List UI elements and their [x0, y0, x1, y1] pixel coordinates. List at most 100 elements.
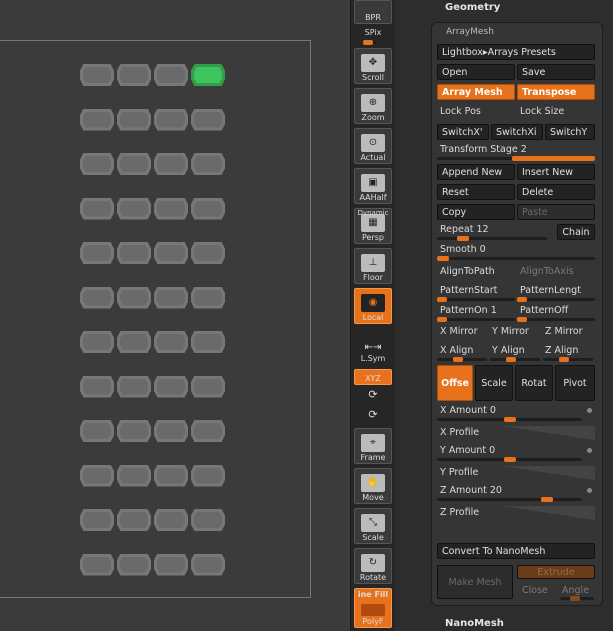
y-align-slider[interactable] [490, 357, 540, 362]
pattern-length-slider[interactable] [517, 297, 595, 302]
y-amount-slider[interactable] [437, 457, 582, 462]
mesh-segment[interactable] [154, 375, 188, 398]
mesh-row[interactable] [80, 331, 225, 355]
local-button[interactable]: ◉ Local [354, 288, 392, 324]
transform-stage-knob[interactable] [512, 156, 595, 161]
close-toggle[interactable]: Close [522, 585, 548, 596]
open-button[interactable]: Open [437, 64, 515, 80]
xyz-button[interactable]: XYZ [354, 369, 392, 385]
mesh-segment[interactable] [191, 331, 225, 353]
mesh-segment[interactable] [80, 108, 114, 131]
scroll-button[interactable]: ✥ Scroll [354, 48, 392, 84]
z-align-slider[interactable] [543, 357, 593, 362]
mesh-segment[interactable] [117, 108, 151, 131]
lock-pos-toggle[interactable]: Lock Pos [440, 106, 481, 117]
rotate-tab[interactable]: Rotat [515, 365, 553, 401]
lsym-button[interactable]: ⇤⇥ L.Sym [354, 336, 392, 364]
mesh-segment[interactable] [191, 64, 225, 86]
mesh-segment[interactable] [117, 464, 151, 487]
array-mesh-button[interactable]: Array Mesh [437, 84, 515, 100]
scale-button[interactable]: ⤡ Scale [354, 508, 392, 544]
pattern-start-slider[interactable] [437, 297, 515, 302]
insert-new-button[interactable]: Insert New [517, 164, 595, 180]
x-amount-slider[interactable] [437, 417, 582, 422]
chain-button[interactable]: Chain [557, 224, 595, 240]
floor-button[interactable]: ⊥ Floor [354, 248, 392, 284]
mesh-segment[interactable] [191, 553, 225, 576]
mesh-segment[interactable] [80, 153, 114, 175]
scale-tab[interactable]: Scale [475, 365, 513, 401]
transform-stage-slider[interactable] [437, 156, 595, 161]
arraymesh-title[interactable]: ArrayMesh [446, 27, 494, 37]
mesh-segment[interactable] [80, 509, 114, 531]
x-profile-label[interactable]: X Profile [440, 427, 479, 438]
mesh-segment[interactable] [80, 64, 114, 86]
delete-button[interactable]: Delete [517, 184, 595, 200]
rotate-button[interactable]: ↻ Rotate [354, 548, 392, 584]
mesh-segment[interactable] [117, 153, 151, 175]
mesh-segment[interactable] [154, 464, 188, 487]
mesh-segment[interactable] [191, 286, 225, 309]
mesh-segment[interactable] [80, 375, 114, 398]
panel-splitter[interactable] [395, 0, 407, 631]
mesh-row[interactable] [80, 464, 225, 489]
mesh-row[interactable] [80, 420, 225, 444]
make-mesh-button[interactable]: Make Mesh [437, 565, 513, 599]
rotate-y-icon[interactable]: ⟳ [354, 388, 392, 401]
mesh-segment[interactable] [117, 375, 151, 398]
mesh-segment[interactable] [154, 242, 188, 264]
mesh-segment[interactable] [191, 197, 225, 220]
angle-slider[interactable] [560, 596, 594, 601]
viewport[interactable] [0, 0, 350, 631]
pivot-tab[interactable]: Pivot [555, 365, 595, 401]
geometry-header[interactable]: Geometry [445, 2, 500, 13]
mesh-row[interactable] [80, 153, 225, 177]
mesh-segment[interactable] [154, 197, 188, 220]
mesh-segment[interactable] [154, 108, 188, 131]
mesh-segment[interactable] [117, 197, 151, 220]
mesh-segment[interactable] [191, 464, 225, 487]
mesh-segment[interactable] [117, 331, 151, 353]
spix-slider[interactable] [363, 40, 377, 45]
convert-to-nanomesh-button[interactable]: Convert To NanoMesh [437, 543, 595, 559]
mesh-segment[interactable] [154, 420, 188, 442]
pattern-on-slider[interactable] [437, 317, 515, 322]
bpr-button[interactable]: BPR [354, 0, 392, 24]
mesh-segment[interactable] [191, 375, 225, 398]
frame-button[interactable]: ⌖ Frame [354, 428, 392, 464]
pattern-off-slider[interactable] [517, 317, 595, 322]
save-button[interactable]: Save [517, 64, 595, 80]
mesh-segment[interactable] [117, 286, 151, 309]
copy-button[interactable]: Copy [437, 204, 515, 220]
y-profile-curve[interactable] [502, 466, 595, 480]
mesh-segment[interactable] [80, 464, 114, 487]
paste-button[interactable]: Paste [517, 204, 595, 220]
switch-x-button[interactable]: SwitchX' [437, 124, 489, 140]
mesh-segment[interactable] [117, 509, 151, 531]
switch-xi-button[interactable]: SwitchXi [491, 124, 543, 140]
mesh-segment[interactable] [117, 553, 151, 576]
smooth-knob[interactable] [437, 256, 449, 261]
align-to-path-button[interactable]: AlignToPath [440, 266, 495, 277]
lock-size-toggle[interactable]: Lock Size [520, 106, 564, 117]
mesh-row[interactable] [80, 553, 225, 578]
mesh-segment[interactable] [80, 420, 114, 442]
align-to-axis-button[interactable]: AlignToAxis [520, 266, 574, 277]
x-mirror-toggle[interactable]: X Mirror [440, 326, 478, 337]
y-amount-dot[interactable] [587, 448, 592, 453]
mesh-row[interactable] [80, 242, 225, 266]
polyf-button[interactable]: ine Fill PolyF [354, 588, 392, 628]
mesh-segment[interactable] [154, 553, 188, 576]
z-amount-dot[interactable] [587, 488, 592, 493]
mesh-segment[interactable] [80, 286, 114, 309]
mesh-segment[interactable] [154, 153, 188, 175]
mesh-segment[interactable] [191, 108, 225, 131]
mesh-segment[interactable] [117, 242, 151, 264]
mesh-row[interactable] [80, 509, 225, 533]
persp-button[interactable]: Dynamic ▦ Persp [354, 208, 392, 244]
spix-label[interactable]: SPix [354, 28, 392, 37]
mesh-row[interactable] [80, 108, 225, 133]
mesh-row[interactable] [80, 197, 225, 222]
mesh-segment[interactable] [191, 242, 225, 264]
x-align-slider[interactable] [437, 357, 487, 362]
